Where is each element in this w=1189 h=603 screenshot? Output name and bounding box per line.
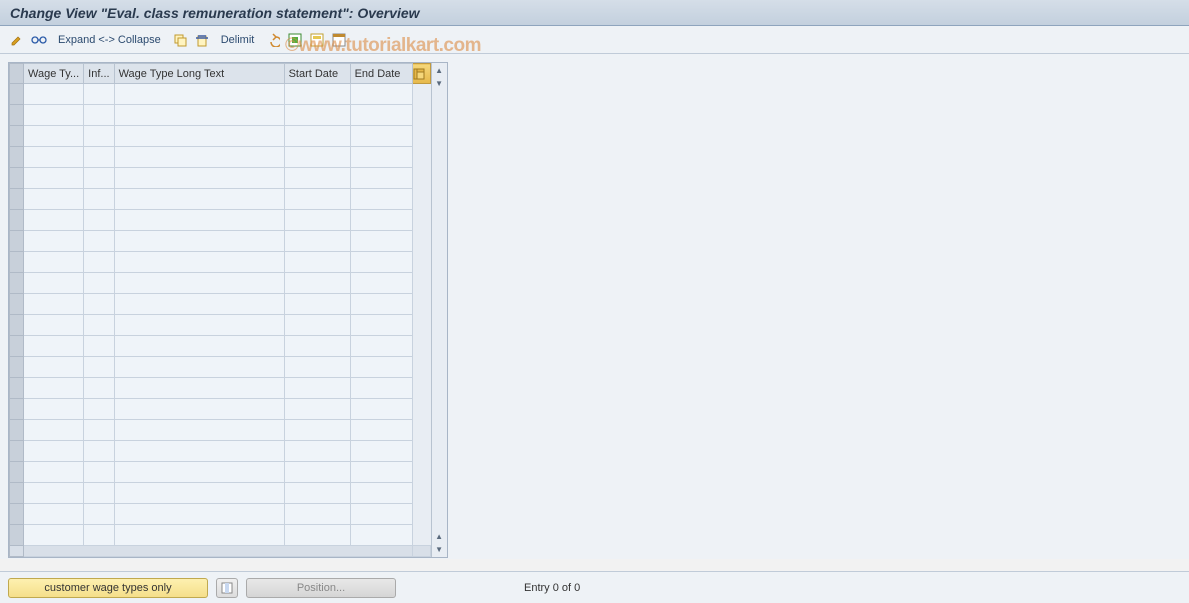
table-row[interactable]	[10, 462, 431, 483]
scroll-up2-icon[interactable]: ▲	[435, 532, 443, 541]
content-area: Wage Ty... Inf... Wage Type Long Text St…	[0, 54, 1189, 559]
expand-collapse-button[interactable]: Expand <-> Collapse	[52, 34, 167, 46]
table-row[interactable]	[10, 357, 431, 378]
undo-icon[interactable]	[264, 31, 282, 49]
scroll-down2-icon[interactable]: ▼	[435, 545, 443, 554]
horiz-scroll-row[interactable]	[10, 546, 431, 557]
table-row[interactable]	[10, 483, 431, 504]
page-title: Change View "Eval. class remuneration st…	[10, 5, 420, 21]
copy-icon[interactable]	[171, 31, 189, 49]
glasses-icon[interactable]	[30, 31, 48, 49]
scroll-up-icon[interactable]: ▲	[435, 66, 443, 75]
table-row[interactable]	[10, 252, 431, 273]
table-row[interactable]	[10, 210, 431, 231]
table-row[interactable]	[10, 105, 431, 126]
app-toolbar: Expand <-> Collapse Delimit	[0, 26, 1189, 54]
table-row[interactable]	[10, 84, 431, 105]
table-row[interactable]	[10, 420, 431, 441]
table-row[interactable]	[10, 294, 431, 315]
table-row[interactable]	[10, 336, 431, 357]
col-inf[interactable]: Inf...	[84, 64, 114, 84]
table-row[interactable]	[10, 399, 431, 420]
table-row[interactable]	[10, 273, 431, 294]
table-row[interactable]	[10, 189, 431, 210]
table-row[interactable]	[10, 168, 431, 189]
table-row[interactable]	[10, 441, 431, 462]
table-row[interactable]	[10, 315, 431, 336]
scroll-down-icon[interactable]: ▼	[435, 79, 443, 88]
selector-header[interactable]	[10, 64, 24, 84]
watermark-text: ©www.tutorialkart.com	[285, 35, 481, 57]
entry-count: Entry 0 of 0	[524, 582, 580, 594]
table-row[interactable]	[10, 504, 431, 525]
position-button[interactable]: Position...	[246, 578, 396, 598]
delete-icon[interactable]	[193, 31, 211, 49]
table-row[interactable]	[10, 231, 431, 252]
col-end-date[interactable]: End Date	[350, 64, 412, 84]
title-bar: Change View "Eval. class remuneration st…	[0, 0, 1189, 26]
table-row[interactable]	[10, 378, 431, 399]
table-row[interactable]	[10, 147, 431, 168]
delimit-button[interactable]: Delimit	[215, 34, 261, 46]
footer-bar: customer wage types only Position... Ent…	[0, 571, 1189, 603]
table-row[interactable]	[10, 525, 431, 546]
wage-type-table: Wage Ty... Inf... Wage Type Long Text St…	[9, 63, 431, 557]
col-start-date[interactable]: Start Date	[284, 64, 350, 84]
data-grid: Wage Ty... Inf... Wage Type Long Text St…	[8, 62, 448, 558]
col-long-text[interactable]: Wage Type Long Text	[114, 64, 284, 84]
vertical-scrollbar[interactable]: ▲ ▼ ▲ ▼	[431, 63, 447, 557]
edit-icon[interactable]	[8, 31, 26, 49]
table-row[interactable]	[10, 126, 431, 147]
table-settings-icon[interactable]	[412, 64, 430, 84]
customer-wage-types-button[interactable]: customer wage types only	[8, 578, 208, 598]
col-wage-type[interactable]: Wage Ty...	[24, 64, 84, 84]
position-icon-button[interactable]	[216, 578, 238, 598]
